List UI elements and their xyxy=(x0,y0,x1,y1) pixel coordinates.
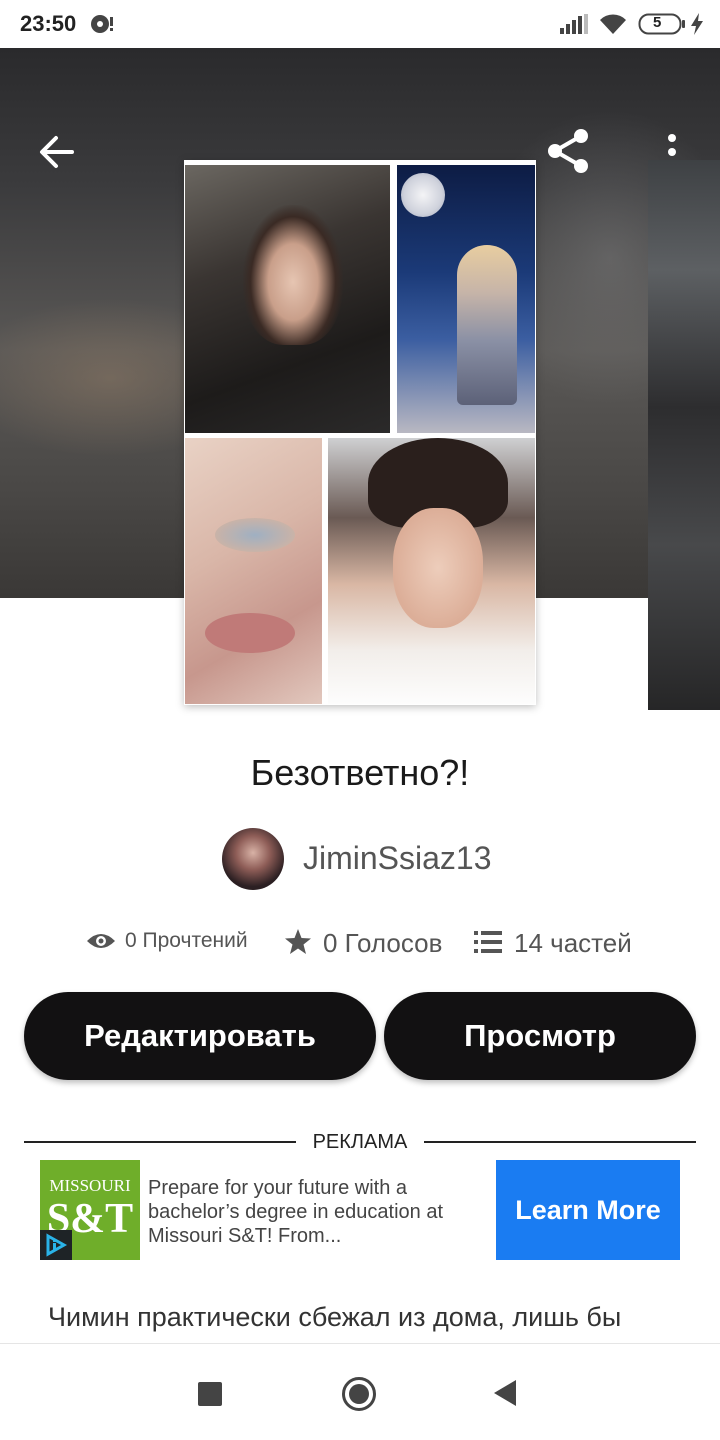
system-nav-bar xyxy=(0,1343,720,1440)
cover-photo-tile xyxy=(328,438,535,704)
ad-logo-line1: MISSOURI xyxy=(49,1176,131,1195)
list-icon xyxy=(474,931,502,953)
recents-icon[interactable] xyxy=(198,1382,222,1406)
cover-photo-tile xyxy=(185,438,322,704)
ad-description[interactable]: Prepare for your future with a bachelor’… xyxy=(148,1176,468,1248)
star-icon xyxy=(285,929,311,954)
home-icon[interactable] xyxy=(342,1377,376,1411)
back-arrow-icon[interactable] xyxy=(36,132,76,172)
next-cover-image[interactable] xyxy=(648,160,720,710)
battery-icon xyxy=(638,13,685,35)
votes-count: 0 Голосов xyxy=(323,928,443,958)
cover-photo-tile xyxy=(397,165,535,433)
author-name[interactable]: JiminSsiaz13 xyxy=(303,840,492,877)
divider xyxy=(24,1141,296,1143)
learn-more-button[interactable]: Learn More xyxy=(496,1160,680,1260)
edit-button[interactable]: Редактировать xyxy=(24,992,376,1080)
ad-choices-glyph xyxy=(46,1233,68,1257)
story-title: Безответно?! xyxy=(250,752,470,793)
divider xyxy=(424,1141,696,1143)
signal-icon xyxy=(560,14,588,34)
reads-count: 0 Прочтений xyxy=(125,929,248,952)
ad-choices-icon[interactable] xyxy=(40,1230,72,1260)
battery-level: 5 xyxy=(653,14,662,31)
avatar[interactable] xyxy=(222,828,284,890)
ad-label: РЕКЛАМА xyxy=(312,1131,408,1153)
view-button[interactable]: Просмотр xyxy=(384,992,696,1080)
status-time: 23:50 xyxy=(20,11,77,36)
parts-count: 14 частей xyxy=(514,928,632,958)
wifi-icon xyxy=(600,14,626,34)
story-stats: 0 Прочтений 0 Голосов 14 частей xyxy=(0,926,720,966)
share-icon[interactable] xyxy=(543,126,593,176)
status-bar: 23:50 5 xyxy=(0,0,720,48)
cover-photo-tile xyxy=(185,165,390,433)
charging-icon xyxy=(691,13,703,35)
nav-back-icon[interactable] xyxy=(494,1380,516,1406)
story-excerpt: Чимин практически сбежал из дома, лишь б… xyxy=(48,1302,622,1332)
sync-icon xyxy=(91,15,113,33)
eye-icon xyxy=(87,934,115,948)
story-cover-image[interactable] xyxy=(184,160,536,705)
